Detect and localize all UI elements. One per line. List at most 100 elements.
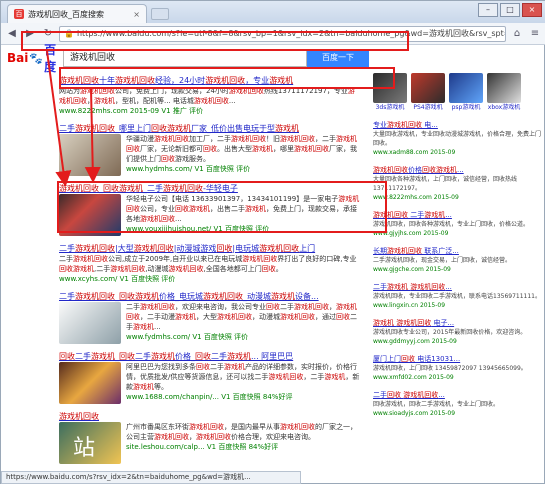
browser-window: 百 游戏机回收_百度搜索 × – □ × ◀ ▶ ↻ 🔒 https://www… xyxy=(0,0,545,484)
minimize-button[interactable]: – xyxy=(478,3,498,17)
ad-body: 游戏机回收，专业回收二手游戏机，联系电话13569711111。 xyxy=(373,293,541,300)
home-icon[interactable]: ⌂ xyxy=(510,27,524,41)
search-header: Bai 🐾 百度 游戏机回收 百度一下 xyxy=(1,43,545,74)
right-sidebar: 3ds游戏机 PS4游戏机 psp游戏机 xbox游戏机 专业游戏机回收 电..… xyxy=(373,73,541,426)
result-url[interactable]: www.1688.com/chanpin/... V1 百度快照 84%好评 xyxy=(126,392,361,402)
new-tab-button[interactable] xyxy=(151,8,169,20)
sidebar-ad: 游戏机 游戏机回收 电子... 游戏机回收专业公司，2015年最新回收价格，欢迎咨… xyxy=(373,318,541,346)
ad-body: 回收游戏机，回收二手游戏机，专业上门回收。 xyxy=(373,401,500,408)
tab-title: 游戏机回收_百度搜索 xyxy=(28,9,104,19)
result-thumbnail[interactable] xyxy=(59,134,121,176)
result-abstract: 广州市番禺区东环街游戏机回收，是国内最早从事游戏机回收的厂家之一，公司主营游戏机… xyxy=(126,423,357,441)
search-button[interactable]: 百度一下 xyxy=(307,49,369,67)
result-url[interactable]: site.leshou.com/calp... V1 百度快照 84%好评 xyxy=(126,442,361,452)
sidebar-ad: 游戏机回收价格回收游戏机... 大量回收各种游戏机，上门回收，诚信经营，回收热线1… xyxy=(373,165,541,202)
result-title[interactable]: 二手游戏机回收|大型游戏机回收|动漫城游戏回收|电玩城游戏机回收上门 xyxy=(59,243,361,254)
ad-title[interactable]: 二手游戏机 游戏机回收... xyxy=(373,282,541,292)
result-item: 回收二手游戏机_回收二手游戏机价格_回收二手游戏机... 阿里巴巴 阿里巴巴为您… xyxy=(59,351,361,404)
related-image[interactable]: 3ds游戏机 xyxy=(373,73,407,112)
result-title[interactable]: 回收二手游戏机_回收二手游戏机价格_回收二手游戏机... 阿里巴巴 xyxy=(59,351,361,362)
result-item: 游戏机回收 站 广州市番禺区东环街游戏机回收，是国内最早从事游戏机回收的厂家之一… xyxy=(59,411,361,464)
search-input[interactable]: 游戏机回收 xyxy=(63,49,307,67)
ad-url[interactable]: www.lingxin.cn 2015-09 xyxy=(373,301,541,310)
ad-url[interactable]: www.gddmyyj.com 2015-09 xyxy=(373,337,541,346)
result-abstract: 二手游戏机回收，欢迎来电咨询，我公司专业回收二手游戏机回收，游戏机回收，二手动漫… xyxy=(126,303,357,331)
ad-body: 大量回收游戏机，专业回收动漫城游戏机，价格合理，免费上门回收。 xyxy=(373,131,541,147)
result-abstract: 华轻电子公司【电话 13633901397，13434101199】是一家电子游… xyxy=(126,195,360,223)
result-title[interactable]: 游戏机回收 xyxy=(59,411,361,422)
status-bar: https://www.baidu.com/s?rsv_idx=2&tn=bai… xyxy=(1,471,301,484)
ad-url[interactable]: www.gjgche.com 2015-09 xyxy=(373,265,541,274)
result-thumbnail[interactable] xyxy=(59,302,121,344)
ad-title[interactable]: 游戏机回收价格回收游戏机... xyxy=(373,165,541,175)
ad-body: 游戏机回收专业公司，2015年最新回收价格，欢迎咨询。 xyxy=(373,329,527,336)
baidu-logo[interactable]: Bai 🐾 百度 xyxy=(7,41,63,75)
result-url[interactable]: www.xcyhs.com/ V1 百度快照 评价 xyxy=(59,274,361,284)
result-title[interactable]: 二手游戏机回收_回收游戏机价格_电玩城游戏机回收_动漫城游戏机设备... xyxy=(59,291,361,302)
ad-url[interactable]: www.xmfd02.com 2015-09 xyxy=(373,373,541,382)
result-title[interactable]: 二手游戏机回收_哪里上门回收游戏机厂家_低价出售电玩于型游戏机 xyxy=(59,123,361,134)
sidebar-ad: 厦门上门回收 电话13031... 游戏机回收，上门回收 13459872097 … xyxy=(373,354,541,382)
ad-url[interactable]: www.xadm88.com 2015-09 xyxy=(373,148,541,157)
result-item: 游戏机回收十年游戏机回收经验，24小时游戏机回收，专业游戏机 网站为游戏机回收公… xyxy=(59,75,361,116)
forward-button[interactable]: ▶ xyxy=(23,27,37,41)
result-abstract: 华疆动漫游戏机回收加工厂，二手游戏机回收！旧游戏机回收，二手游戏机回收厂家，无论… xyxy=(126,135,357,163)
related-image-caption: psp游戏机 xyxy=(451,104,481,111)
ad-title[interactable]: 厦门上门回收 电话13031... xyxy=(373,354,541,364)
sidebar-ad: 游戏机回收 二手游戏机... 游戏机回收，回收各种游戏机，专业上门回收，价格公道。… xyxy=(373,210,541,238)
ad-url[interactable]: www.sioadyjs.com 2015-09 xyxy=(373,409,541,418)
result-thumbnail[interactable]: 站 xyxy=(59,422,121,464)
menu-icon[interactable]: ≡ xyxy=(528,27,542,41)
ad-title[interactable]: 游戏机回收 二手游戏机... xyxy=(373,210,541,220)
result-title[interactable]: 游戏机回收_回收游戏机_二手游戏机回收-华轻电子 xyxy=(59,183,361,194)
result-item: 二手游戏机回收_哪里上门回收游戏机厂家_低价出售电玩于型游戏机 华疆动漫游戏机回… xyxy=(59,123,361,176)
logo-text-du: 百度 xyxy=(44,43,57,74)
navigation-bar: ◀ ▶ ↻ 🔒 https://www.baidu.com/s?ie=utf-8… xyxy=(1,23,545,45)
result-url[interactable]: www.fydmhs.com/ V1 百度快照 评价 xyxy=(126,332,361,342)
ad-title[interactable]: 专业游戏机回收 电... xyxy=(373,120,541,130)
result-title[interactable]: 游戏机回收十年游戏机回收经验，24小时游戏机回收，专业游戏机 xyxy=(59,75,361,86)
result-url[interactable]: www.hydmhs.com/ V1 百度快照 评价 xyxy=(126,164,361,174)
browser-tab[interactable]: 百 游戏机回收_百度搜索 × xyxy=(7,4,147,23)
ad-body: 游戏机回收，回收各种游戏机，专业上门回收，价格公道。 xyxy=(373,221,530,228)
address-bar[interactable]: 🔒 https://www.baidu.com/s?ie=utf-8&f=8&r… xyxy=(59,25,506,42)
url-text: https://www.baidu.com/s?ie=utf-8&f=8&rsv… xyxy=(76,29,506,38)
related-image-caption: xbox游戏机 xyxy=(487,104,521,111)
baidu-favicon-icon: 百 xyxy=(14,9,24,19)
back-button[interactable]: ◀ xyxy=(5,27,19,41)
result-thumbnail[interactable] xyxy=(59,362,121,404)
result-abstract: 阿里巴巴为您找到多条回收二手游戏机产品的详细参数，实时报价，价格行情，优质批发/… xyxy=(126,363,360,391)
related-image[interactable]: PS4游戏机 xyxy=(411,73,445,112)
ad-body: 大量回收各种游戏机，上门回收，诚信经营，回收热线13711172197。 xyxy=(373,176,518,192)
ad-url[interactable]: www.gjyjhs.com 2015-09 xyxy=(373,229,541,238)
related-image-caption: PS4游戏机 xyxy=(413,104,443,111)
result-url[interactable]: www.youxijihuishou.net/ V1 百度快照 评价 xyxy=(126,224,361,234)
ad-body: 游戏机回收，上门回收 13459872097 13945665099。 xyxy=(373,365,527,372)
ad-body: 二手游戏机回收，现金交易，上门回收，诚信经营。 xyxy=(373,257,512,264)
logo-text-bai: Bai xyxy=(7,51,29,65)
sidebar-ad: 专业游戏机回收 电... 大量回收游戏机，专业回收动漫城游戏机，价格合理，免费上门… xyxy=(373,120,541,157)
sidebar-ad: 二手游戏机 游戏机回收... 游戏机回收，专业回收二手游戏机，联系电话135697… xyxy=(373,282,541,310)
tab-close-icon[interactable]: × xyxy=(133,10,140,19)
tab-strip: 百 游戏机回收_百度搜索 × – □ × xyxy=(1,1,545,23)
result-abstract: 网站为游戏机回收公司，免费上门，现款交易，24小时游戏机回收热线13711172… xyxy=(59,87,355,105)
ad-title[interactable]: 游戏机 游戏机回收 电子... xyxy=(373,318,541,328)
results-list: 游戏机回收十年游戏机回收经验，24小时游戏机回收，专业游戏机 网站为游戏机回收公… xyxy=(59,75,361,471)
related-image[interactable]: psp游戏机 xyxy=(449,73,483,112)
related-image[interactable]: xbox游戏机 xyxy=(487,73,521,112)
result-item: 二手游戏机回收|大型游戏机回收|动漫城游戏回收|电玩城游戏机回收上门 二手游戏机… xyxy=(59,243,361,284)
sidebar-ad: 长期游戏机回收 联系广泛... 二手游戏机回收，现金交易，上门回收，诚信经营。 ww… xyxy=(373,246,541,274)
ad-title[interactable]: 二手回收 游戏机回收... xyxy=(373,390,541,400)
maximize-button[interactable]: □ xyxy=(500,3,520,17)
lock-icon: 🔒 xyxy=(64,29,74,38)
related-images: 3ds游戏机 PS4游戏机 psp游戏机 xbox游戏机 xyxy=(373,73,541,112)
ad-title[interactable]: 长期游戏机回收 联系广泛... xyxy=(373,246,541,256)
sidebar-ad: 二手回收 游戏机回收... 回收游戏机，回收二手游戏机，专业上门回收。 www.si… xyxy=(373,390,541,418)
reload-button[interactable]: ↻ xyxy=(41,27,55,41)
result-item: 二手游戏机回收_回收游戏机价格_电玩城游戏机回收_动漫城游戏机设备... 二手游… xyxy=(59,291,361,344)
ad-url[interactable]: www.8222mhs.com 2015-09 xyxy=(373,193,541,202)
result-abstract: 二手游戏机回收公司,成立于2009年,自开业以来已在电玩城游戏机回收界打出了良好… xyxy=(59,255,357,273)
close-window-button[interactable]: × xyxy=(522,3,542,17)
result-url[interactable]: www.8222mhs.com 2015-09 V1 推广 评价 xyxy=(59,106,361,116)
result-thumbnail[interactable] xyxy=(59,194,121,236)
